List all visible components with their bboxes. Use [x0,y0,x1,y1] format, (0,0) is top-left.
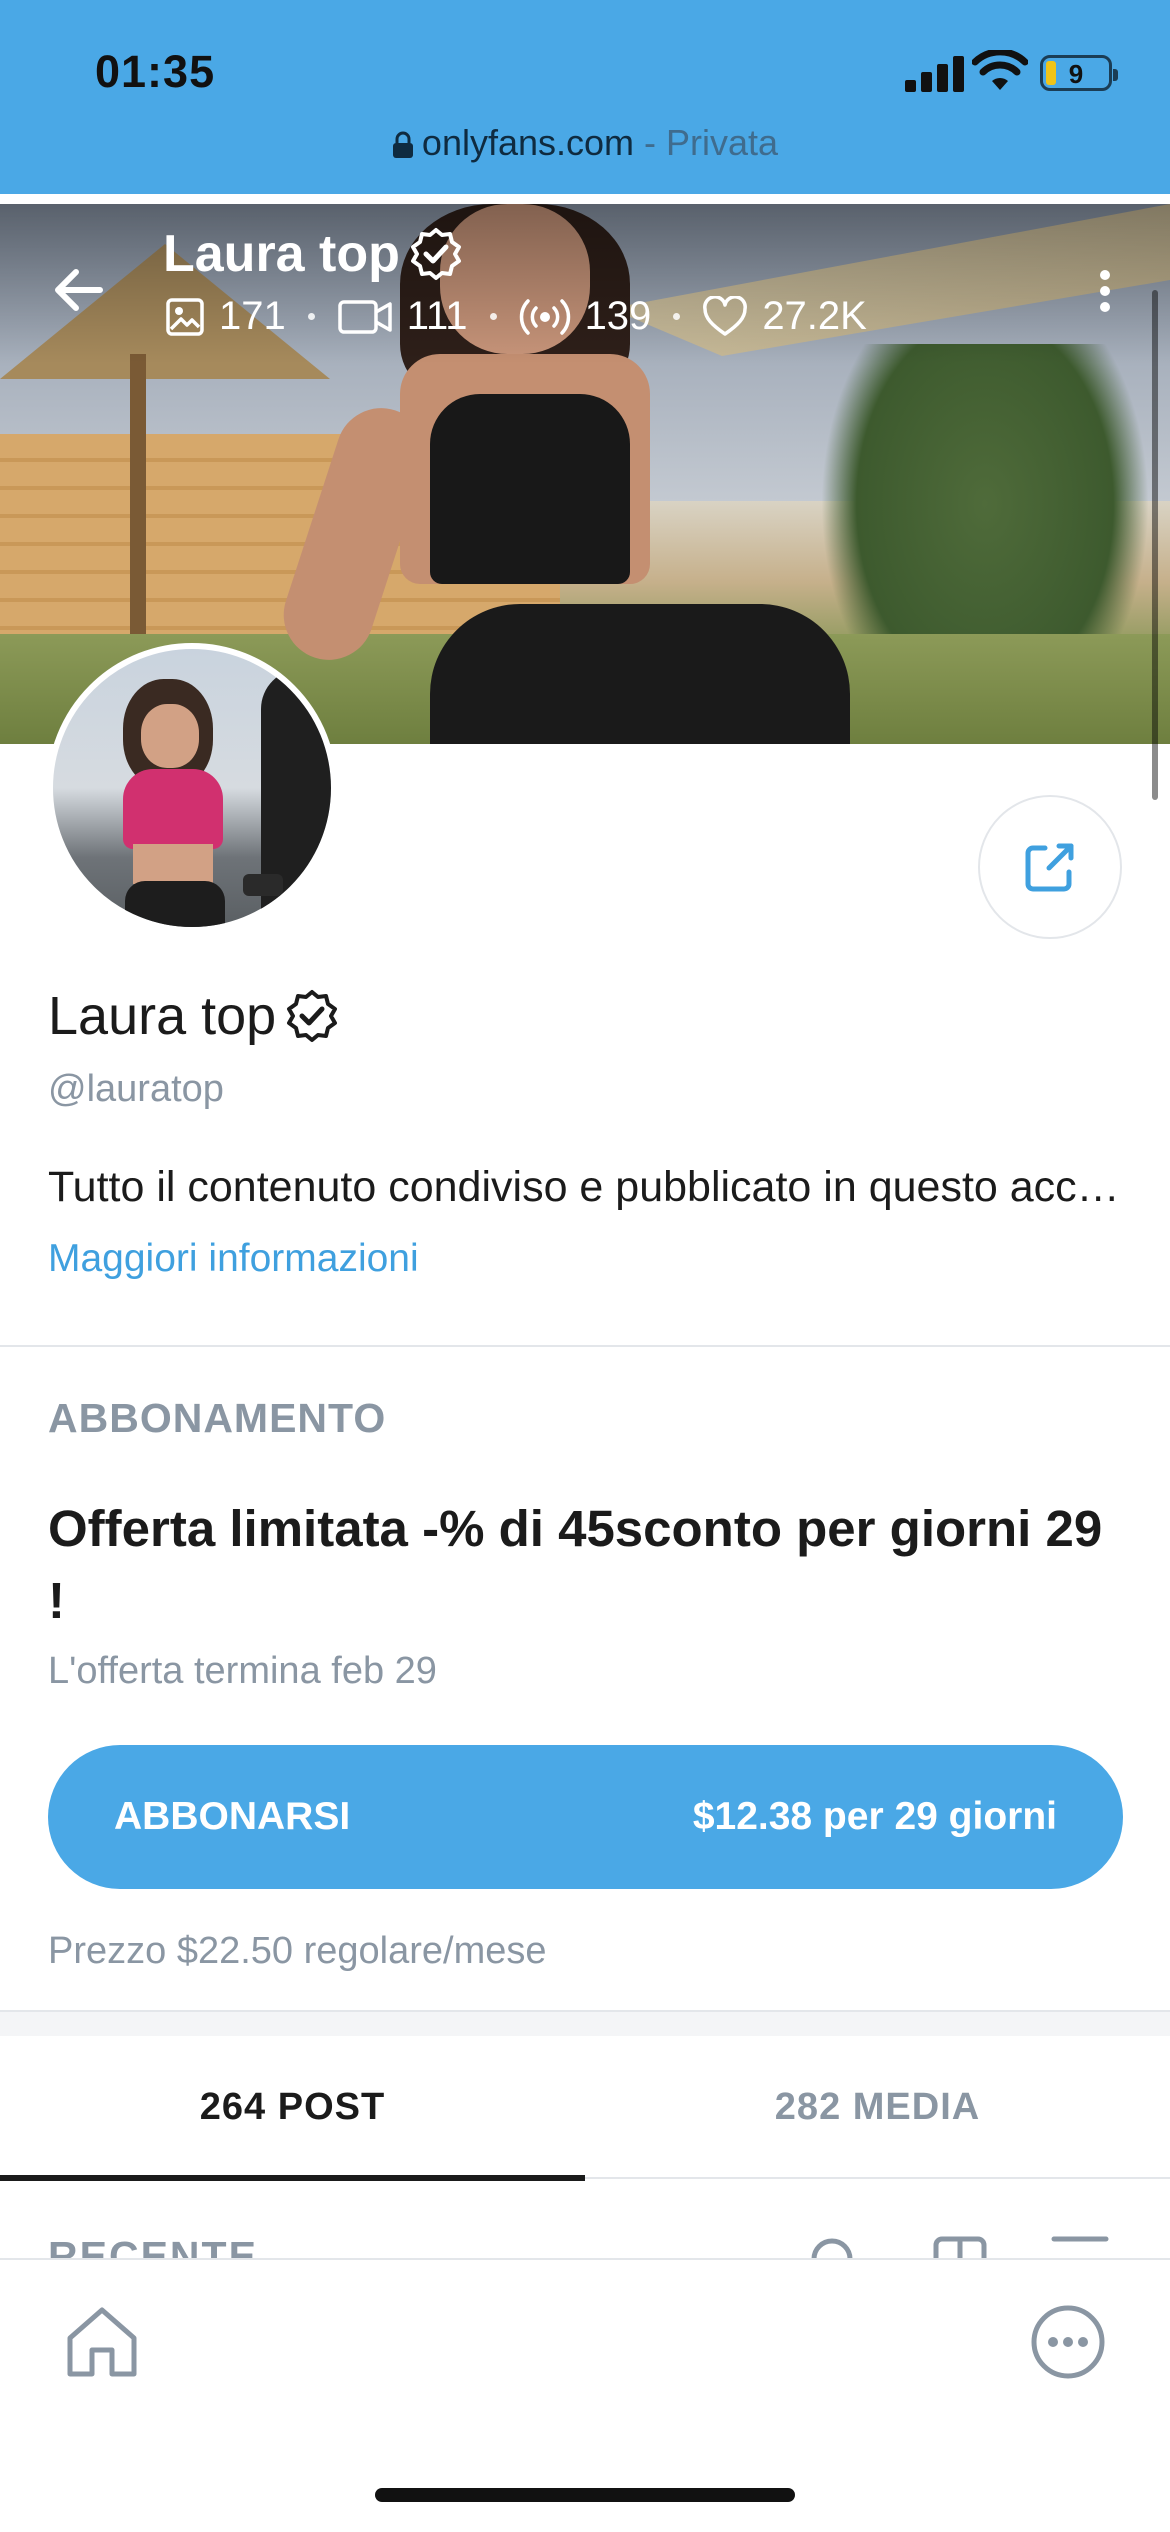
regular-price: Prezzo $22.50 regolare/mese [48,1930,547,1972]
photos-stat: 171 [165,294,286,339]
profile-name-text: Laura top [48,986,277,1046]
subscribe-button-label: ABBONARSI [114,1795,351,1838]
heart-icon [703,295,748,336]
tab-media[interactable]: 282 MEDIA [585,2036,1170,2179]
cellular-signal-icon [905,52,965,92]
cover-profile-name: Laura top [163,224,464,284]
url-bar[interactable]: onlyfans.com - Privata [0,122,1170,164]
more-options-icon[interactable] [1090,264,1120,324]
content-tabs: 264 POST 282 MEDIA [0,2036,1170,2181]
cover-stats: 171 111 139 27.2K [165,294,867,339]
profile-name: Laura top [48,985,340,1047]
verified-badge-icon [287,990,338,1042]
offer-end-date: L'offerta termina feb 29 [48,1650,437,1692]
videos-stat: 111 [337,294,468,339]
battery-level: 9 [1068,59,1084,89]
page-scrollbar[interactable] [1152,290,1158,800]
wifi-icon [972,50,1028,90]
live-stream-icon [519,298,570,335]
home-icon[interactable] [60,2300,144,2384]
photo-icon [166,297,204,336]
offer-title: Offerta limitata -% di 45sconto per gior… [48,1500,1103,1629]
photos-count: 171 [219,294,286,338]
video-icon [338,299,392,334]
share-icon [1025,843,1074,892]
browsing-mode: Privata [666,122,779,163]
feed-toolbar: RECENTE [0,2181,1170,2261]
battery-icon: 9 [1040,55,1118,91]
search-icon[interactable] [806,2233,866,2261]
section-divider [0,1345,1170,1347]
more-info-link[interactable]: Maggiori informazioni [48,1237,419,1281]
back-arrow-icon[interactable] [50,260,110,320]
bottom-navigation [0,2258,1170,2532]
share-button[interactable] [978,795,1122,939]
recent-label: RECENTE [48,2233,258,2261]
verified-badge-icon [410,228,461,280]
url-separator: - [634,122,667,163]
url-domain: onlyfans.com [421,122,635,163]
home-indicator [375,2488,795,2502]
more-options-icon[interactable] [1028,2302,1108,2382]
profile-bio: Tutto il contenuto condiviso e pubblicat… [48,1163,1128,1211]
streams-stat: 139 [519,294,652,339]
grid-view-icon[interactable] [930,2233,990,2261]
subscribe-button-price: $12.38 per 29 giorni [692,1795,1057,1838]
subscribe-button[interactable]: ABBONARSI $12.38 per 29 giorni [48,1745,1123,1889]
sort-icon[interactable] [1050,2233,1110,2261]
section-separator [0,2010,1170,2036]
streams-count: 139 [584,294,652,338]
cover-header: Laura top 171 111 139 27.2K [0,204,1170,364]
avatar[interactable] [47,643,337,933]
profile-handle: @lauratop [48,1068,224,1110]
tab-posts[interactable]: 264 POST [0,2036,585,2181]
status-and-url-bar: 01:35 9 onlyfans.com - Privata [0,0,1170,194]
lock-icon [392,132,413,159]
videos-count: 111 [406,294,468,338]
subscription-label: ABBONAMENTO [48,1395,387,1441]
cover-name-text: Laura top [163,225,400,283]
status-time: 01:35 [95,46,216,97]
likes-count: 27.2K [762,294,867,338]
likes-stat: 27.2K [702,294,867,339]
